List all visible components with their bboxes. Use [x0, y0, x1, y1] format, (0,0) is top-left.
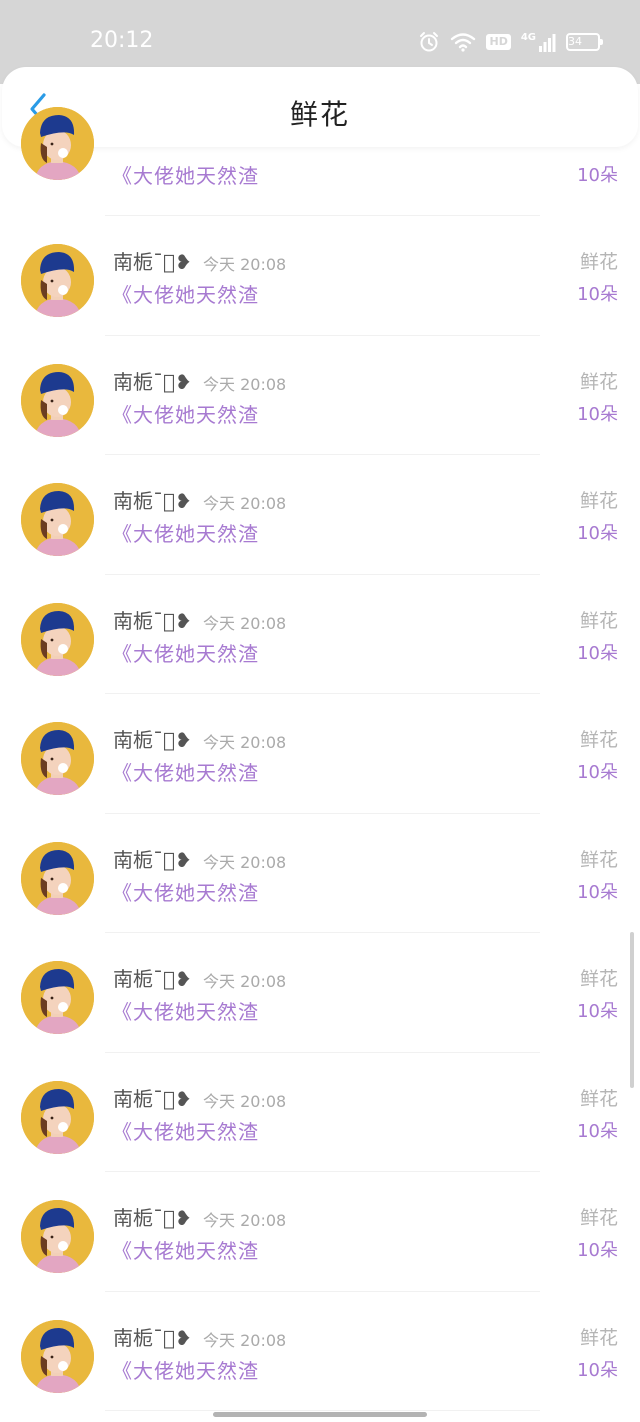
avatar[interactable] — [21, 722, 94, 795]
signal-icon: 4G — [521, 32, 556, 52]
home-indicator[interactable] — [213, 1412, 427, 1417]
gift-type: 鲜花 — [579, 848, 618, 871]
avatar[interactable] — [21, 961, 94, 1034]
gift-count: 10朵 — [577, 881, 618, 903]
list-item[interactable]: 南栀ˉ͛‍❥ 今天 20:08 《大佬她天然渣 鲜花 10朵 — [0, 455, 640, 575]
gift-type: 鲜花 — [579, 609, 618, 632]
list-item[interactable]: 南栀ˉ͛‍❥ 今天 20:08 《大佬她天然渣 鲜花 10朵 — [0, 1172, 640, 1292]
avatar[interactable] — [21, 1200, 94, 1273]
avatar[interactable] — [21, 107, 94, 180]
gift-type: 鲜花 — [579, 968, 618, 990]
timestamp: 今天 20:08 — [203, 972, 287, 991]
gift-count: 10朵 — [577, 523, 618, 544]
avatar[interactable] — [21, 602, 94, 676]
sender-name[interactable]: 南栀ˉ͛‍❥ — [113, 1083, 192, 1112]
book-title[interactable]: 《大佬她天然渣 — [112, 1116, 259, 1145]
gift-type: 鲜花 — [579, 370, 618, 393]
avatar[interactable] — [21, 1080, 94, 1154]
gift-count: 10朵 — [577, 1001, 618, 1022]
book-title[interactable]: 《大佬她天然渣 — [112, 1235, 259, 1264]
book-title[interactable]: 《大佬她天然渣 — [112, 877, 259, 906]
book-title[interactable]: 《大佬她天然渣 — [112, 996, 259, 1025]
wifi-icon — [450, 32, 476, 52]
sender-name[interactable]: 南栀ˉ͛‍❥ — [113, 844, 192, 873]
timestamp: 今天 20:08 — [203, 613, 287, 633]
list-item[interactable]: 南栀ˉ͛‍❥ 今天 20:08 《大佬她天然渣 鲜花 10朵 — [0, 336, 640, 455]
gift-count: 10朵 — [577, 1120, 618, 1142]
scrollbar[interactable] — [630, 932, 634, 1088]
timestamp: 今天 20:08 — [203, 1091, 287, 1111]
gift-count: 10朵 — [577, 403, 618, 425]
timestamp: 今天 20:08 — [203, 374, 287, 394]
gift-count: 10朵 — [577, 762, 618, 783]
sender-name[interactable]: 南栀ˉ͛‍❥ — [113, 605, 192, 634]
list-item[interactable]: 南栀ˉ͛‍❥ 今天 20:08 《大佬她天然渣 鲜花 10朵 — [0, 216, 640, 336]
timestamp: 今天 20:08 — [203, 852, 287, 872]
sender-name[interactable]: 南栀ˉ͛‍❥ — [113, 246, 192, 275]
avatar[interactable] — [21, 483, 94, 556]
list-item[interactable]: 南栀ˉ͛‍❥ 今天 20:08 《大佬她天然渣 鲜花 10朵 — [0, 814, 640, 933]
list-item[interactable]: 南栀ˉ͛‍❥ 今天 20:08 《大佬她天然渣 鲜花 10朵 — [0, 694, 640, 814]
hd-badge: HD — [486, 34, 511, 50]
sender-name[interactable]: 南栀ˉ͛‍❥ — [113, 724, 192, 753]
status-time: 20:12 — [90, 28, 154, 53]
gift-type: 鲜花 — [579, 1207, 618, 1229]
network-type: 4G — [520, 32, 536, 43]
timestamp: 今天 20:08 — [203, 1330, 287, 1350]
book-title[interactable]: 《大佬她天然渣 — [112, 1355, 259, 1384]
sender-name[interactable]: 南栀ˉ͛‍❥ — [113, 1322, 192, 1351]
sender-name[interactable]: 南栀ˉ͛‍❥ — [113, 485, 192, 514]
gift-type: 鲜花 — [579, 1087, 618, 1110]
gift-type: 鲜花 — [579, 1326, 618, 1349]
gift-count: 10朵 — [577, 1359, 618, 1381]
list-item[interactable]: 南栀ˉ͛‍❥ 今天 20:08 《大佬她天然渣 鲜花 10朵 — [0, 1053, 640, 1172]
list-item[interactable]: 南栀ˉ͛‍❥ 今天 20:08 《大佬她天然渣 鲜花 10朵 — [0, 1292, 640, 1411]
book-title[interactable]: 《大佬她天然渣 — [112, 399, 259, 428]
gift-count: 10朵 — [577, 642, 618, 664]
list-item[interactable]: 南栀ˉ͛‍❥ 今天 20:08 《大佬她天然渣 鲜花 10朵 — [0, 933, 640, 1053]
timestamp: 今天 20:08 — [203, 494, 287, 513]
sender-name[interactable]: 南栀ˉ͛‍❥ — [113, 366, 192, 395]
book-title: 《大佬她天然渣 — [112, 164, 259, 188]
avatar[interactable] — [21, 244, 94, 317]
gift-record-list[interactable]: 《大佬她天然渣 10朵 南栀ˉ͛‍❥ 今天 20:08 《大佬她天然渣 鲜花 1… — [0, 107, 640, 1411]
book-title[interactable]: 《大佬她天然渣 — [112, 757, 259, 786]
gift-type: 鲜花 — [579, 251, 618, 273]
gift-count: 10朵 — [577, 165, 618, 186]
avatar[interactable] — [21, 1319, 94, 1393]
book-title[interactable]: 《大佬她天然渣 — [112, 638, 259, 667]
avatar[interactable] — [21, 363, 94, 437]
divider — [105, 1410, 540, 1411]
book-title[interactable]: 《大佬她天然渣 — [112, 279, 259, 308]
sender-name[interactable]: 南栀ˉ͛‍❥ — [113, 963, 192, 992]
alarm-icon — [418, 31, 440, 53]
sender-name[interactable]: 南栀ˉ͛‍❥ — [113, 1202, 192, 1231]
timestamp: 今天 20:08 — [203, 733, 287, 752]
list-item[interactable]: 《大佬她天然渣 10朵 — [0, 107, 640, 216]
list-item[interactable]: 南栀ˉ͛‍❥ 今天 20:08 《大佬她天然渣 鲜花 10朵 — [0, 575, 640, 694]
avatar[interactable] — [21, 841, 94, 915]
page-title: 鲜花 — [289, 98, 350, 131]
gift-type: 鲜花 — [579, 490, 618, 512]
gift-type: 鲜花 — [579, 729, 618, 751]
timestamp: 今天 20:08 — [203, 255, 287, 274]
gift-count: 10朵 — [577, 284, 618, 305]
battery-icon: 34 — [566, 33, 603, 51]
timestamp: 今天 20:08 — [203, 1211, 287, 1230]
status-icons: HD 4G 34 — [418, 30, 603, 54]
nav-bar: 鲜花 — [2, 67, 638, 147]
gift-count: 10朵 — [577, 1240, 618, 1261]
book-title[interactable]: 《大佬她天然渣 — [112, 518, 259, 547]
